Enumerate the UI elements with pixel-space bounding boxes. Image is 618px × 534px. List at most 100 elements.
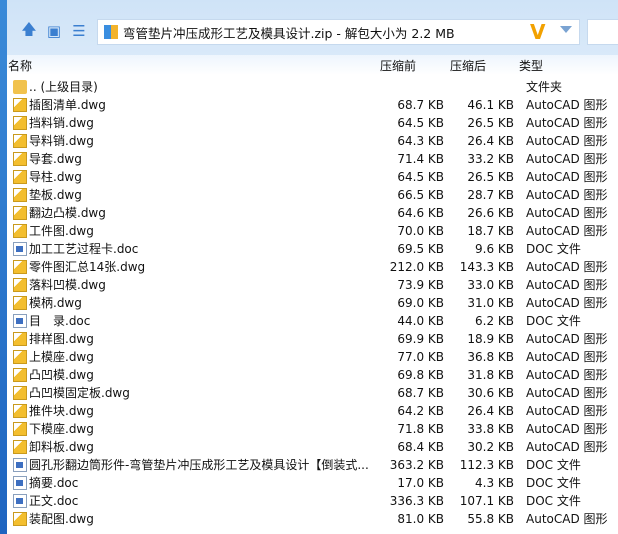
file-row[interactable]: 加工工艺过程卡.doc 69.5 KB 9.6 KB DOC 文件 bbox=[7, 240, 618, 258]
size-before: 69.5 KB bbox=[397, 242, 444, 256]
file-row[interactable]: 落料凹模.dwg 73.9 KB 33.0 KB AutoCAD 图形 bbox=[7, 276, 618, 294]
size-before: 64.5 KB bbox=[397, 170, 444, 184]
file-name: 导料销.dwg bbox=[29, 134, 94, 148]
doc-file-icon bbox=[13, 314, 27, 328]
v-logo-icon[interactable]: V bbox=[530, 20, 545, 44]
size-after: 28.7 KB bbox=[467, 188, 514, 202]
file-name: 落料凹模.dwg bbox=[29, 278, 106, 292]
file-row[interactable]: 凸凹模.dwg 69.8 KB 31.8 KB AutoCAD 图形 bbox=[7, 366, 618, 384]
file-name: 零件图汇总14张.dwg bbox=[29, 260, 146, 274]
file-row[interactable]: 插图清单.dwg 68.7 KB 46.1 KB AutoCAD 图形 bbox=[7, 96, 618, 114]
zip-archive-icon bbox=[104, 25, 118, 39]
size-before: 68.7 KB bbox=[397, 98, 444, 112]
file-type: AutoCAD 图形 bbox=[526, 368, 608, 382]
file-row[interactable]: 卸料板.dwg 68.4 KB 30.2 KB AutoCAD 图形 bbox=[7, 438, 618, 456]
search-input[interactable] bbox=[587, 19, 618, 45]
file-type: AutoCAD 图形 bbox=[526, 98, 608, 112]
file-name: 卸料板.dwg bbox=[29, 440, 94, 454]
size-before: 71.8 KB bbox=[397, 422, 444, 436]
file-row[interactable]: 推件块.dwg 64.2 KB 26.4 KB AutoCAD 图形 bbox=[7, 402, 618, 420]
file-name: 导套.dwg bbox=[29, 152, 82, 166]
file-type: DOC 文件 bbox=[526, 476, 581, 490]
file-row[interactable]: 挡料销.dwg 64.5 KB 26.5 KB AutoCAD 图形 bbox=[7, 114, 618, 132]
address-bar[interactable]: 弯管垫片冲压成形工艺及模具设计.zip - 解包大小为 2.2 MB bbox=[97, 19, 580, 45]
dwg-file-icon bbox=[13, 134, 27, 148]
file-name: 插图清单.dwg bbox=[29, 98, 106, 112]
file-type: AutoCAD 图形 bbox=[526, 278, 608, 292]
size-after: 30.6 KB bbox=[467, 386, 514, 400]
file-row[interactable]: 装配图.dwg 81.0 KB 55.8 KB AutoCAD 图形 bbox=[7, 510, 618, 528]
column-header: 名称 压缩前 压缩后 类型 bbox=[7, 55, 618, 75]
up-arrow-icon[interactable]: 🡅 bbox=[20, 20, 38, 40]
dwg-file-icon bbox=[13, 170, 27, 184]
file-row[interactable]: 工件图.dwg 70.0 KB 18.7 KB AutoCAD 图形 bbox=[7, 222, 618, 240]
dwg-file-icon bbox=[13, 332, 27, 346]
file-row[interactable]: 圆孔形翻边筒形件-弯管垫片冲压成形工艺及模具设计【倒装式... 363.2 KB… bbox=[7, 456, 618, 474]
dwg-file-icon bbox=[13, 296, 27, 310]
file-row[interactable]: 上模座.dwg 77.0 KB 36.8 KB AutoCAD 图形 bbox=[7, 348, 618, 366]
column-name[interactable]: 名称 bbox=[8, 57, 32, 74]
file-row[interactable]: 正文.doc 336.3 KB 107.1 KB DOC 文件 bbox=[7, 492, 618, 510]
file-type: DOC 文件 bbox=[526, 242, 581, 256]
file-row[interactable]: 导套.dwg 71.4 KB 33.2 KB AutoCAD 图形 bbox=[7, 150, 618, 168]
size-after: 6.2 KB bbox=[475, 314, 514, 328]
dropdown-arrow-icon[interactable] bbox=[560, 26, 572, 33]
file-list: .. (上级目录) 文件夹 插图清单.dwg 68.7 KB 46.1 KB A… bbox=[7, 78, 618, 528]
dwg-file-icon bbox=[13, 116, 27, 130]
size-after: 26.5 KB bbox=[467, 116, 514, 130]
file-type: AutoCAD 图形 bbox=[526, 350, 608, 364]
dwg-file-icon bbox=[13, 278, 27, 292]
file-row[interactable]: 导柱.dwg 64.5 KB 26.5 KB AutoCAD 图形 bbox=[7, 168, 618, 186]
file-type: AutoCAD 图形 bbox=[526, 134, 608, 148]
address-text: 弯管垫片冲压成形工艺及模具设计.zip - 解包大小为 2.2 MB bbox=[123, 25, 455, 41]
size-after: 26.5 KB bbox=[467, 170, 514, 184]
size-after: 46.1 KB bbox=[467, 98, 514, 112]
size-after: 36.8 KB bbox=[467, 350, 514, 364]
file-type: AutoCAD 图形 bbox=[526, 188, 608, 202]
column-before[interactable]: 压缩前 bbox=[380, 57, 416, 74]
dwg-file-icon bbox=[13, 368, 27, 382]
file-name: 模柄.dwg bbox=[29, 296, 82, 310]
size-before: 71.4 KB bbox=[397, 152, 444, 166]
file-row[interactable]: 垫板.dwg 66.5 KB 28.7 KB AutoCAD 图形 bbox=[7, 186, 618, 204]
file-type: AutoCAD 图形 bbox=[526, 512, 608, 526]
file-name: 装配图.dwg bbox=[29, 512, 94, 526]
size-after: 55.8 KB bbox=[467, 512, 514, 526]
size-after: 112.3 KB bbox=[459, 458, 514, 472]
size-after: 107.1 KB bbox=[459, 494, 514, 508]
file-row[interactable]: 目 录.doc 44.0 KB 6.2 KB DOC 文件 bbox=[7, 312, 618, 330]
file-type: AutoCAD 图形 bbox=[526, 224, 608, 238]
file-name: 圆孔形翻边筒形件-弯管垫片冲压成形工艺及模具设计【倒装式... bbox=[29, 458, 369, 472]
file-row[interactable]: 摘要.doc 17.0 KB 4.3 KB DOC 文件 bbox=[7, 474, 618, 492]
dwg-file-icon bbox=[13, 404, 27, 418]
file-row[interactable]: 下模座.dwg 71.8 KB 33.8 KB AutoCAD 图形 bbox=[7, 420, 618, 438]
file-row[interactable]: 排样图.dwg 69.9 KB 18.9 KB AutoCAD 图形 bbox=[7, 330, 618, 348]
dwg-file-icon bbox=[13, 152, 27, 166]
list-view-icon[interactable]: ☰ bbox=[70, 22, 88, 40]
size-before: 69.0 KB bbox=[397, 296, 444, 310]
file-row[interactable]: 零件图汇总14张.dwg 212.0 KB 143.3 KB AutoCAD 图… bbox=[7, 258, 618, 276]
file-type: AutoCAD 图形 bbox=[526, 170, 608, 184]
parent-directory-row[interactable]: .. (上级目录) 文件夹 bbox=[7, 78, 618, 96]
column-type[interactable]: 类型 bbox=[519, 57, 543, 74]
size-before: 68.7 KB bbox=[397, 386, 444, 400]
size-after: 33.8 KB bbox=[467, 422, 514, 436]
file-row[interactable]: 导料销.dwg 64.3 KB 26.4 KB AutoCAD 图形 bbox=[7, 132, 618, 150]
file-type: AutoCAD 图形 bbox=[526, 422, 608, 436]
file-row[interactable]: 凸凹模固定板.dwg 68.7 KB 30.6 KB AutoCAD 图形 bbox=[7, 384, 618, 402]
file-name: 推件块.dwg bbox=[29, 404, 94, 418]
view-panel-icon[interactable]: ▣ bbox=[45, 22, 63, 40]
file-type: AutoCAD 图形 bbox=[526, 116, 608, 130]
dwg-file-icon bbox=[13, 350, 27, 364]
file-row[interactable]: 翻边凸模.dwg 64.6 KB 26.6 KB AutoCAD 图形 bbox=[7, 204, 618, 222]
size-before: 77.0 KB bbox=[397, 350, 444, 364]
file-row[interactable]: 模柄.dwg 69.0 KB 31.0 KB AutoCAD 图形 bbox=[7, 294, 618, 312]
column-after[interactable]: 压缩后 bbox=[450, 57, 486, 74]
file-type: DOC 文件 bbox=[526, 494, 581, 508]
dwg-file-icon bbox=[13, 422, 27, 436]
size-before: 64.3 KB bbox=[397, 134, 444, 148]
size-before: 212.0 KB bbox=[389, 260, 444, 274]
file-name: 排样图.dwg bbox=[29, 332, 94, 346]
window-edge bbox=[0, 0, 7, 534]
file-name: 凸凹模固定板.dwg bbox=[29, 386, 130, 400]
